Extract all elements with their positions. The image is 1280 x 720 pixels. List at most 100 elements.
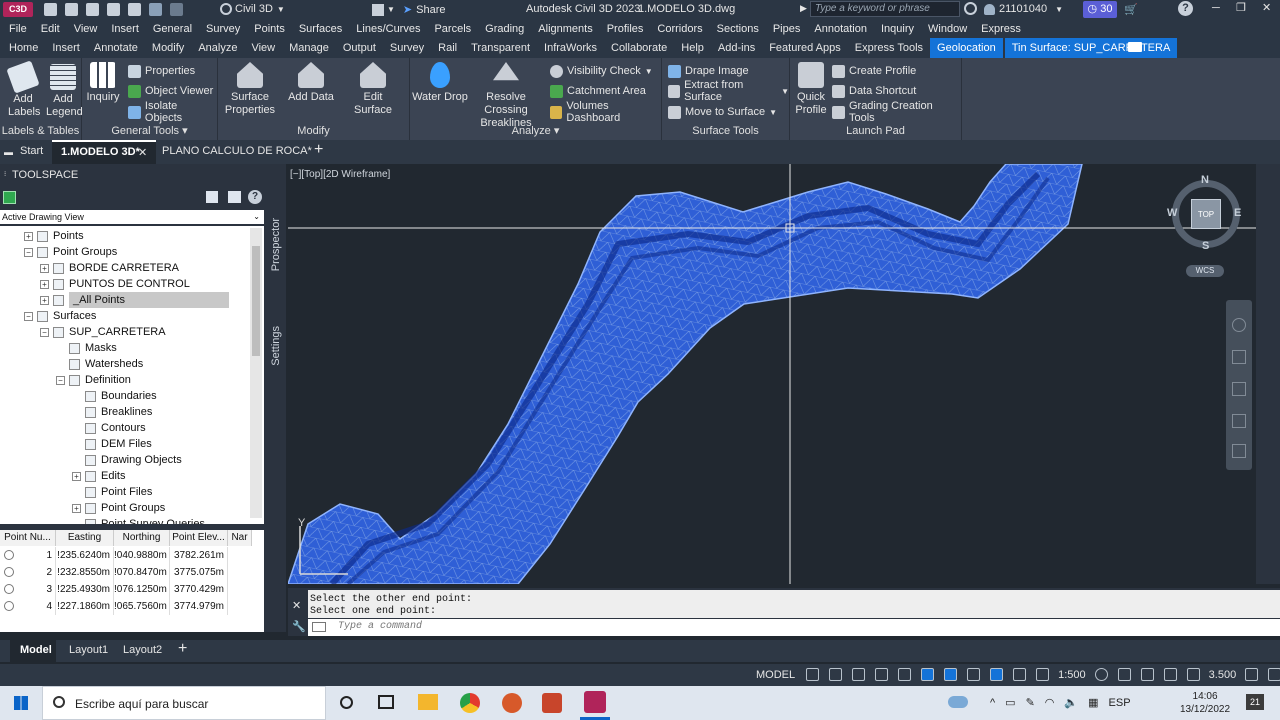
language-indicator[interactable]: ESP	[1109, 697, 1131, 709]
quick-properties-icon[interactable]	[1163, 668, 1177, 681]
tree-item--all-points[interactable]: + _All Points	[40, 292, 229, 308]
civil3d-taskbar-icon[interactable]	[584, 691, 606, 713]
tab-survey[interactable]: Survey	[383, 38, 431, 58]
workspace-gear-icon[interactable]	[1094, 668, 1108, 681]
save-as-icon[interactable]	[107, 3, 120, 16]
customize-wrench-icon[interactable]: 🔧	[292, 620, 306, 633]
tree-item-puntos-de-control[interactable]: + PUNTOS DE CONTROL	[40, 276, 190, 292]
menu-insert[interactable]: Insert	[111, 23, 139, 35]
compass-west[interactable]: W	[1167, 207, 1177, 219]
tree-item-edits[interactable]: + Edits	[72, 468, 125, 484]
open-folder-icon[interactable]	[65, 3, 78, 16]
compass-east[interactable]: E	[1234, 207, 1241, 219]
polar-icon[interactable]	[875, 668, 889, 681]
tab-output[interactable]: Output	[336, 38, 383, 58]
table-cell[interactable]: 3770.429m	[170, 581, 228, 598]
tree-item-breaklines[interactable]: Breaklines	[72, 404, 152, 420]
tab-prospector[interactable]: Prospector	[270, 218, 282, 271]
tab-settings[interactable]: Settings	[270, 326, 282, 366]
tree-scrollbar[interactable]	[250, 228, 262, 518]
tree-item-dem-files[interactable]: DEM Files	[72, 436, 152, 452]
tab-layout2[interactable]: Layout2	[123, 644, 162, 656]
lineweight-value[interactable]: 3.500	[1209, 669, 1237, 681]
menu-lines-curves[interactable]: Lines/Curves	[356, 23, 420, 35]
tab-collaborate[interactable]: Collaborate	[604, 38, 674, 58]
tree-item-boundaries[interactable]: Boundaries	[72, 388, 157, 404]
tree-item-contours[interactable]: Contours	[72, 420, 146, 436]
tab-transparent[interactable]: Transparent	[464, 38, 537, 58]
menu-view[interactable]: View	[74, 23, 98, 35]
expand-toggle-icon[interactable]: −	[24, 247, 33, 257]
object-snap-icon[interactable]	[944, 668, 958, 681]
tree-item-borde-carretera[interactable]: + BORDE CARRETERA	[40, 260, 179, 276]
expand-toggle-icon[interactable]: +	[40, 295, 49, 305]
restore-icon[interactable]: ❐	[1236, 1, 1246, 14]
app-logo[interactable]: C3D	[3, 2, 33, 17]
tab-analyze[interactable]: Analyze	[191, 38, 244, 58]
tab-modify[interactable]: Modify	[145, 38, 191, 58]
viewcube-top-face[interactable]: TOP	[1191, 199, 1221, 229]
catchment-area-button[interactable]: Catchment Area	[550, 83, 646, 99]
menu-file[interactable]: File	[9, 23, 27, 35]
table-cell[interactable]: 3774.979m	[170, 598, 228, 615]
quick-profile-button[interactable]: Quick Profile	[792, 62, 830, 117]
viewport-controls-label[interactable]: [−][Top][2D Wireframe]	[290, 169, 390, 180]
tab-insert[interactable]: Insert	[45, 38, 87, 58]
workspace-switcher[interactable]: Civil 3D ▼	[220, 3, 285, 15]
model-space-toggle[interactable]: MODEL	[756, 669, 795, 681]
powerpoint-icon[interactable]	[542, 693, 562, 713]
tab-model[interactable]: Model	[10, 640, 56, 662]
column-header[interactable]: Easting	[56, 530, 114, 546]
object-snap-tracking-icon[interactable]	[921, 668, 935, 681]
tab-plano-calculo[interactable]: PLANO CALCULO DE ROCA*	[162, 145, 312, 157]
move-to-surface-button[interactable]: Move to Surface ▼	[668, 104, 777, 120]
column-header[interactable]: Northing	[114, 530, 170, 546]
tree-item-masks[interactable]: Masks	[56, 340, 117, 356]
scrollbar-thumb[interactable]	[252, 246, 260, 356]
drawing-viewport[interactable]: Y [−][Top][2D Wireframe] TOP N S E W WCS	[288, 164, 1256, 584]
isodraft-icon[interactable]	[898, 668, 912, 681]
table-cell[interactable]: 1	[0, 547, 56, 564]
expand-toggle-icon[interactable]: −	[24, 311, 33, 321]
auto-scale-icon[interactable]	[1013, 668, 1027, 681]
data-shortcut-button[interactable]: Data Shortcut	[832, 83, 916, 99]
menu-parcels[interactable]: Parcels	[434, 23, 471, 35]
chrome-icon[interactable]	[460, 693, 480, 713]
table-cell[interactable]: !227.1860m	[56, 598, 114, 615]
view-select[interactable]: Active Drawing View ⌄	[0, 210, 264, 224]
expand-toggle-icon[interactable]: +	[40, 279, 49, 289]
menu-express[interactable]: Express	[981, 23, 1021, 35]
help-search-input[interactable]: Type a keyword or phrase	[810, 1, 960, 17]
close-icon[interactable]: ✕	[1262, 1, 1271, 14]
pan-hand-icon[interactable]	[1232, 350, 1246, 364]
battery-icon[interactable]: ▭	[1005, 696, 1015, 709]
menu-surfaces[interactable]: Surfaces	[299, 23, 342, 35]
tree-item-points[interactable]: + Points	[24, 228, 84, 244]
tree-item-drawing-objects[interactable]: Drawing Objects	[72, 452, 182, 468]
surface-drawing[interactable]: Y	[288, 164, 1256, 584]
tree-item-sup-carretera[interactable]: − SUP_CARRETERA	[40, 324, 166, 340]
annotation-visibility-icon[interactable]	[990, 668, 1004, 681]
share-button[interactable]: ▼ ➤ Share	[372, 3, 446, 16]
table-cell[interactable]: 3	[0, 581, 56, 598]
menu-inquiry[interactable]: Inquiry	[881, 23, 914, 35]
tab-tin-surface-sup-carretera[interactable]: Tin Surface: SUP_CARRETERA	[1004, 38, 1178, 58]
edit-surface-button[interactable]: Edit Surface	[344, 62, 402, 117]
tree-item-point-groups[interactable]: + Point Groups	[72, 500, 165, 516]
grid-icon[interactable]	[806, 668, 820, 681]
object-viewer-button[interactable]: Object Viewer	[128, 83, 213, 99]
tab-home[interactable]: Home	[2, 38, 45, 58]
volumes-dashboard-button[interactable]: Volumes Dashboard	[550, 100, 661, 124]
close-icon[interactable]: ✕	[292, 599, 301, 612]
column-header[interactable]: Point Elev...	[170, 530, 228, 546]
expand-toggle-icon[interactable]: −	[56, 375, 65, 385]
redo-icon[interactable]	[170, 3, 183, 16]
ortho-icon[interactable]	[852, 668, 866, 681]
menu-general[interactable]: General	[153, 23, 192, 35]
extract-from-surface-button[interactable]: Extract from Surface ▼	[668, 79, 789, 103]
pen-icon[interactable]: ✎	[1026, 696, 1035, 709]
tab-manage[interactable]: Manage	[282, 38, 336, 58]
command-input[interactable]: Type a command	[308, 619, 1280, 636]
tree-item-point-groups[interactable]: − Point Groups	[24, 244, 117, 260]
add-legend-button[interactable]: Add Legend	[44, 64, 83, 119]
